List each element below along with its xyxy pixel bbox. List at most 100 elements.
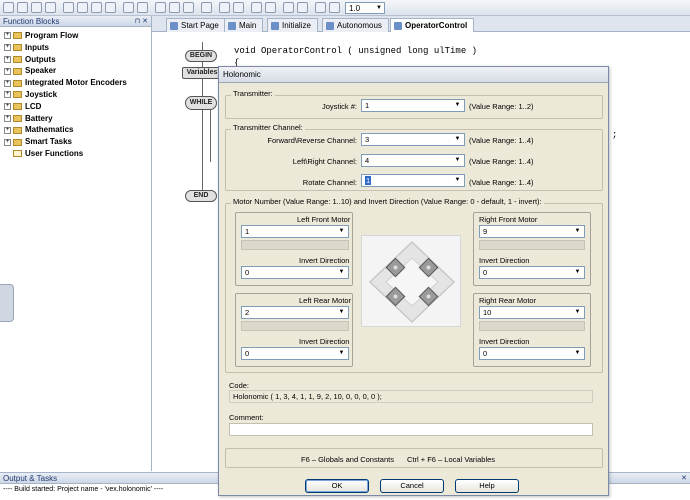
left-front-motor-select[interactable]: 1 ▼ xyxy=(241,225,349,238)
globals-hint: F6 – Globals and Constants xyxy=(301,455,394,464)
cancel-button[interactable]: Cancel xyxy=(380,479,444,493)
left-rear-invert-select[interactable]: 0 ▼ xyxy=(241,347,349,360)
tree-item-smart-tasks[interactable]: + Smart Tasks xyxy=(0,136,151,148)
open-file-icon[interactable] xyxy=(17,2,28,13)
tree-item-mathematics[interactable]: + Mathematics xyxy=(0,124,151,136)
right-front-motor-select[interactable]: 9 ▼ xyxy=(479,225,585,238)
right-rear-invert-label: Invert Direction xyxy=(479,337,530,346)
tab-initialize[interactable]: Initialize xyxy=(267,18,318,32)
zoom-in-icon[interactable] xyxy=(251,2,262,13)
left-right-label: Left\Right Channel: xyxy=(292,157,357,166)
new-file-icon[interactable] xyxy=(3,2,14,13)
joystick-select[interactable]: 1 ▼ xyxy=(361,99,465,112)
expand-icon[interactable]: + xyxy=(4,91,11,99)
compile-icon[interactable] xyxy=(219,2,230,13)
tree-item-battery[interactable]: + Battery xyxy=(0,113,151,125)
left-front-invert-value: 0 xyxy=(245,268,250,277)
tree-item-outputs[interactable]: + Outputs xyxy=(0,54,151,66)
left-right-select[interactable]: 4 ▼ xyxy=(361,154,465,167)
chevron-down-icon: ▼ xyxy=(454,177,461,183)
tab-start-page[interactable]: Start Page xyxy=(166,18,226,32)
dialog-title: Holonomic xyxy=(219,67,608,83)
left-rear-motor-select[interactable]: 2 ▼ xyxy=(241,306,349,319)
tree-item-integrated-motor-encoders[interactable]: + Integrated Motor Encoders xyxy=(0,77,151,89)
left-right-range: (Value Range: 1..4) xyxy=(469,157,534,166)
help-button[interactable]: Help xyxy=(455,479,519,493)
flow-block-end[interactable]: END xyxy=(185,190,217,202)
flow-block-variables[interactable]: Variables xyxy=(182,67,222,79)
expand-icon[interactable]: + xyxy=(4,55,11,63)
tree-item-user-functions[interactable]: User Functions xyxy=(0,148,151,160)
panel-collapse-handle[interactable] xyxy=(0,284,14,322)
tab-operatorcontrol[interactable]: OperatorControl xyxy=(390,18,475,33)
forward-reverse-select[interactable]: 3 ▼ xyxy=(361,133,465,146)
chevron-down-icon: ▼ xyxy=(454,136,461,142)
run-icon[interactable] xyxy=(315,2,326,13)
redo-icon[interactable] xyxy=(137,2,148,13)
print-preview-icon[interactable] xyxy=(77,2,88,13)
tree-item-label: LCD xyxy=(25,101,42,111)
joystick-label: Joystick #: xyxy=(321,102,357,111)
close-icon[interactable]: ✕ xyxy=(681,473,687,484)
print-icon[interactable] xyxy=(63,2,74,13)
code-function-signature[interactable]: void OperatorControl ( unsigned long ulT… xyxy=(234,46,477,56)
import-icon[interactable] xyxy=(105,2,116,13)
flow-block-begin[interactable]: BEGIN xyxy=(185,50,217,62)
ok-button[interactable]: OK xyxy=(305,479,369,493)
expand-icon[interactable]: + xyxy=(4,67,11,75)
folder-icon xyxy=(13,114,22,122)
tree-item-label: Outputs xyxy=(25,54,56,64)
expand-icon[interactable]: + xyxy=(4,114,11,122)
right-front-invert-select[interactable]: 0 ▼ xyxy=(479,266,585,279)
tree-item-speaker[interactable]: + Speaker xyxy=(0,65,151,77)
tree-item-inputs[interactable]: + Inputs xyxy=(0,42,151,54)
stop-icon[interactable] xyxy=(329,2,340,13)
chevron-down-icon: ▼ xyxy=(454,157,461,163)
right-rear-value: 10 xyxy=(483,308,492,317)
left-front-invert-label: Invert Direction xyxy=(299,256,350,265)
tree-item-program-flow[interactable]: + Program Flow xyxy=(0,30,151,42)
tree-item-label: Joystick xyxy=(25,89,58,99)
download-icon[interactable] xyxy=(233,2,244,13)
right-rear-motor-select[interactable]: 10 ▼ xyxy=(479,306,585,319)
pin-icon[interactable]: ⊓ ✕ xyxy=(135,16,148,27)
flow-connector xyxy=(210,102,211,162)
tab-main[interactable]: Main xyxy=(224,18,264,32)
zoom-out-icon[interactable] xyxy=(265,2,276,13)
expand-icon[interactable]: + xyxy=(4,44,11,52)
zoom-select[interactable]: 1.0 ▼ xyxy=(345,2,385,14)
tree-item-lcd[interactable]: + LCD xyxy=(0,101,151,113)
save-icon[interactable] xyxy=(45,2,56,13)
tree-item-joystick[interactable]: + Joystick xyxy=(0,89,151,101)
right-front-bar xyxy=(479,240,585,250)
flow-block-while[interactable]: WHILE xyxy=(185,96,217,110)
expand-icon[interactable]: + xyxy=(4,103,11,111)
tree-item-label: Mathematics xyxy=(25,125,74,135)
expand-icon[interactable]: + xyxy=(4,32,11,40)
right-rear-bar xyxy=(479,321,585,331)
folder-icon xyxy=(13,103,22,111)
expand-icon[interactable]: + xyxy=(4,126,11,134)
chevron-down-icon: ▼ xyxy=(574,350,581,356)
joystick-range: (Value Range: 1..2) xyxy=(469,102,534,111)
undo-icon[interactable] xyxy=(123,2,134,13)
delete-icon[interactable] xyxy=(201,2,212,13)
left-front-invert-select[interactable]: 0 ▼ xyxy=(241,266,349,279)
right-rear-invert-select[interactable]: 0 ▼ xyxy=(479,347,585,360)
rotate-select[interactable]: 1 ▼ xyxy=(361,174,465,187)
export-icon[interactable] xyxy=(91,2,102,13)
comment-input[interactable] xyxy=(229,423,593,436)
code-text: void OperatorControl ( unsigned long ulT… xyxy=(234,46,478,56)
paste-icon[interactable] xyxy=(183,2,194,13)
expand-icon[interactable]: + xyxy=(4,79,11,87)
page-icon xyxy=(326,22,334,30)
cut-icon[interactable] xyxy=(155,2,166,13)
settings-icon[interactable] xyxy=(283,2,294,13)
tab-autonomous[interactable]: Autonomous xyxy=(322,18,389,32)
left-front-value: 1 xyxy=(245,227,250,236)
help-icon[interactable] xyxy=(297,2,308,13)
copy-icon[interactable] xyxy=(169,2,180,13)
main-toolbar: 1.0 ▼ xyxy=(0,0,690,16)
expand-icon[interactable]: + xyxy=(4,138,11,146)
open-folder-icon[interactable] xyxy=(31,2,42,13)
